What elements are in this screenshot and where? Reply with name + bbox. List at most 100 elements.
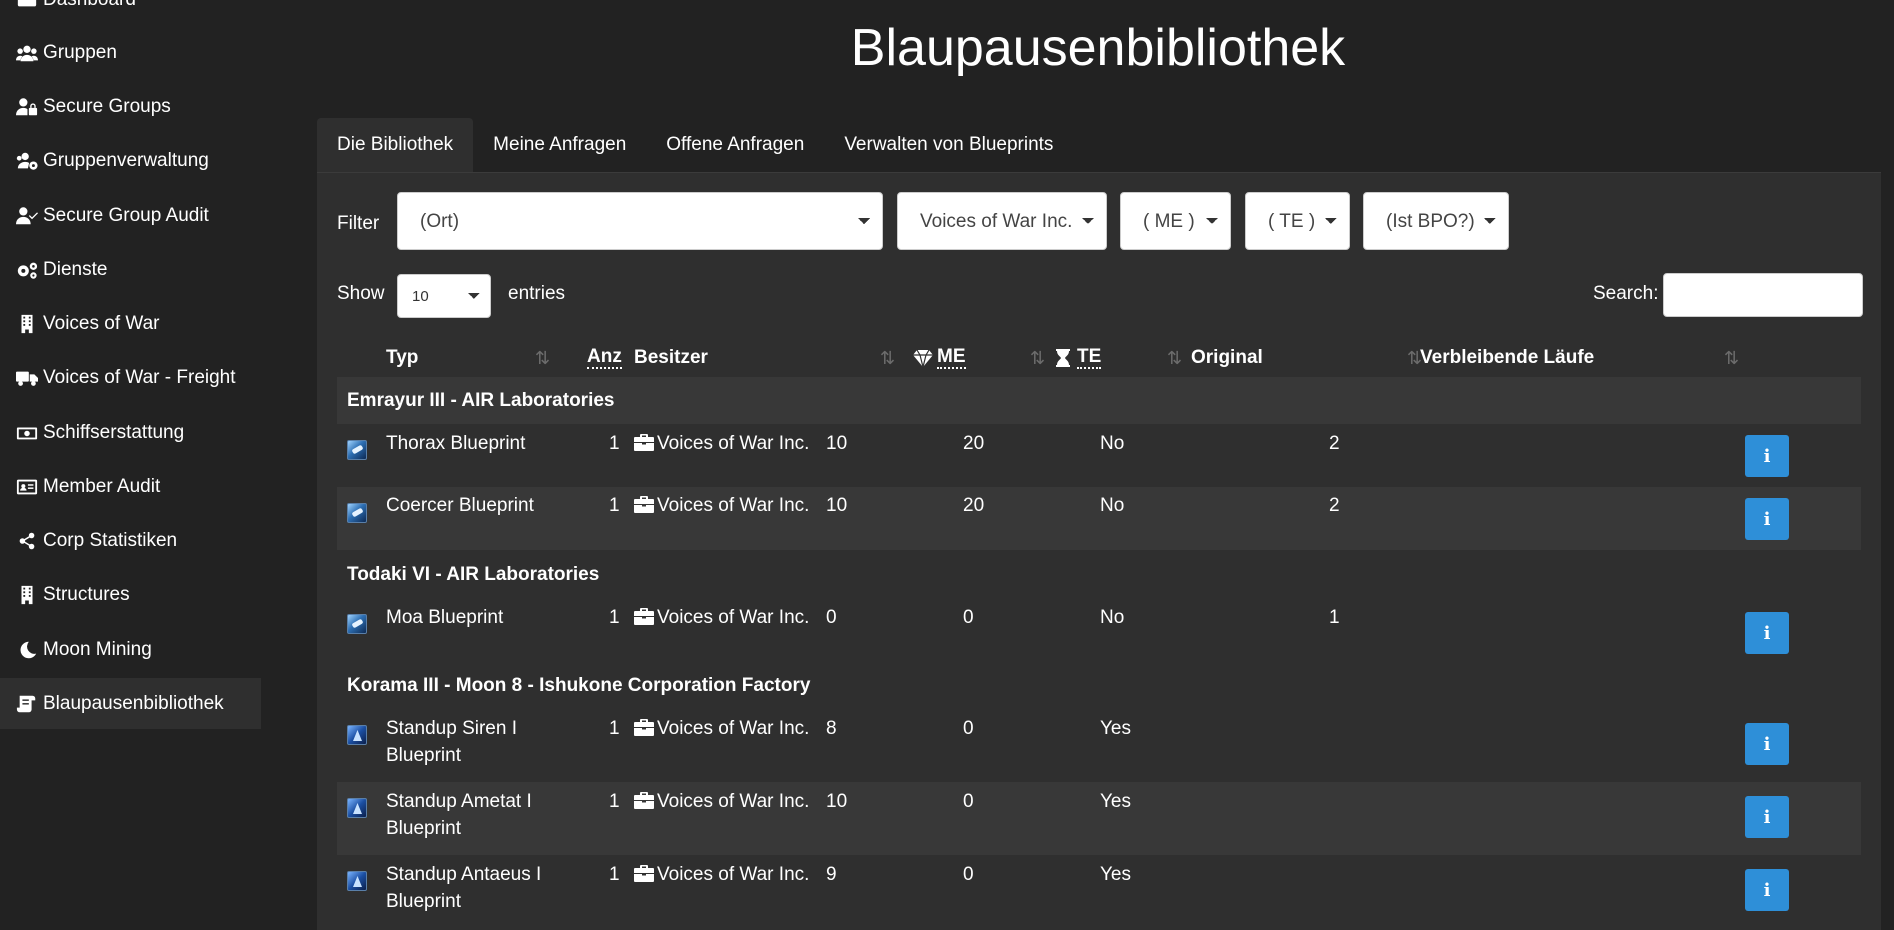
cell-original: Yes [1100, 791, 1131, 812]
sidebar-item-dienste[interactable]: Dienste [0, 244, 261, 295]
tab-meine-anfragen[interactable]: Meine Anfragen [473, 118, 646, 172]
search-input[interactable] [1663, 273, 1863, 317]
col-header-besitzer[interactable]: Besitzer [634, 335, 708, 381]
info-button[interactable]: i [1745, 435, 1789, 477]
search-label: Search: [1593, 283, 1659, 304]
blueprint-icon [347, 798, 367, 818]
cell-me: 10 [826, 495, 848, 516]
sort-icon[interactable]: ⇅ [1407, 335, 1422, 381]
tab-bar: Die Bibliothek Meine Anfragen Offene Anf… [317, 118, 1073, 172]
owner-filter-select[interactable]: Voices of War Inc. [897, 192, 1107, 250]
cell-owner: Voices of War Inc. [634, 604, 809, 631]
info-button[interactable]: i [1745, 498, 1789, 540]
table-row: Standup Ametat I Blueprint 1 Voices of Wa… [337, 782, 1861, 855]
table-header: Typ ⇅ Anz Besitzer ⇅ ME ⇅ TE ⇅ Original … [337, 335, 1861, 381]
sort-icon[interactable]: ⇅ [880, 335, 895, 381]
share-icon [15, 531, 39, 551]
sort-icon[interactable]: ⇅ [1030, 335, 1045, 381]
sidebar-item-gruppen[interactable]: Gruppen [0, 27, 261, 78]
cell-te: 0 [963, 607, 974, 628]
group-row: Korama III - Moon 8 - Ishukone Corporati… [337, 662, 1861, 709]
cell-type: Moa Blueprint [386, 607, 504, 628]
info-button[interactable]: i [1745, 723, 1789, 765]
sidebar-item-voices-of-war-freight[interactable]: Voices of War - Freight [0, 352, 261, 403]
sort-icon[interactable]: ⇅ [1724, 335, 1739, 381]
info-button[interactable]: i [1745, 612, 1789, 654]
money-bill-icon [15, 423, 39, 443]
sidebar-item-label: Voices of War [43, 312, 160, 334]
library-panel: Filter (Ort) Voices of War Inc. ( ME ) (… [317, 172, 1881, 930]
info-button[interactable]: i [1745, 796, 1789, 838]
cell-original: Yes [1100, 864, 1131, 885]
cell-original: No [1100, 495, 1125, 516]
id-card-icon [15, 477, 39, 497]
cell-runs: 1 [1329, 607, 1340, 628]
sort-icon[interactable]: ⇅ [535, 335, 550, 381]
cell-te: 20 [963, 433, 985, 454]
sidebar-item-structures[interactable]: Structures [0, 569, 261, 620]
tab-verwalten-von-blueprints[interactable]: Verwalten von Blueprints [824, 118, 1073, 172]
cell-te: 0 [963, 718, 974, 739]
sidebar-item-dashboard[interactable]: Dashboard [0, 0, 261, 25]
briefcase-icon [634, 790, 654, 809]
table-row: Moa Blueprint 1 Voices of War Inc. 0 0 N… [337, 598, 1861, 661]
tab-die-bibliothek[interactable]: Die Bibliothek [317, 118, 474, 172]
entries-label: entries [508, 283, 566, 304]
sidebar-item-blaupausenbibliothek[interactable]: Blaupausenbibliothek [0, 678, 261, 729]
building-icon [15, 314, 39, 334]
briefcase-icon [634, 432, 654, 451]
cell-type: Standup Antaeus I Blueprint [386, 864, 542, 912]
group-row: Emrayur III - AIR Laboratories [337, 377, 1861, 424]
sidebar-item-member-audit[interactable]: Member Audit [0, 461, 261, 512]
cell-me: 0 [826, 607, 837, 628]
col-header-anz[interactable]: Anz [587, 335, 622, 381]
cell-te: 0 [963, 864, 974, 885]
sidebar-item-label: Member Audit [43, 475, 161, 497]
cell-original: No [1100, 607, 1125, 628]
entries-per-page-select[interactable]: 10 [397, 274, 491, 318]
tab-offene-anfragen[interactable]: Offene Anfragen [646, 118, 824, 172]
me-filter-select[interactable]: ( ME ) [1120, 192, 1231, 250]
location-filter-select[interactable]: (Ort) [397, 192, 883, 250]
cell-original: Yes [1100, 718, 1131, 739]
cell-te: 20 [963, 495, 985, 516]
users-icon [15, 43, 39, 63]
col-header-te[interactable]: TE [1053, 335, 1102, 381]
cell-type: Coercer Blueprint [386, 495, 534, 516]
cell-owner: Voices of War Inc. [634, 861, 809, 888]
sidebar-item-schiffserstattung[interactable]: Schiffserstattung [0, 407, 261, 458]
col-header-original[interactable]: Original [1191, 335, 1263, 381]
te-filter-select[interactable]: ( TE ) [1245, 192, 1350, 250]
col-header-verbleibende-laeufe[interactable]: Verbleibende Läufe [1420, 335, 1594, 381]
sidebar-item-gruppenverwaltung[interactable]: Gruppenverwaltung [0, 135, 261, 186]
cell-anz: 1 [609, 864, 620, 885]
table-row: Coercer Blueprint 1 Voices of War Inc. 1… [337, 487, 1861, 550]
table-row: Thorax Blueprint 1 Voices of War Inc. 10… [337, 424, 1861, 487]
blueprint-icon [347, 503, 367, 523]
sidebar-item-label: Dashboard [43, 0, 136, 11]
col-header-typ[interactable]: Typ [386, 335, 418, 381]
sidebar-item-voices-of-war[interactable]: Voices of War [0, 298, 261, 349]
sidebar-item-label: Gruppenverwaltung [43, 149, 209, 171]
sort-icon[interactable]: ⇅ [1167, 335, 1182, 381]
sidebar-item-label: Structures [43, 583, 130, 605]
cell-owner: Voices of War Inc. [634, 430, 809, 457]
info-button[interactable]: i [1745, 869, 1789, 911]
sidebar-item-corp-statistiken[interactable]: Corp Statistiken [0, 515, 261, 566]
sidebar-item-secure-groups[interactable]: Secure Groups [0, 81, 261, 132]
page-title: Blaupausenbibliothek [850, 19, 1346, 77]
cell-owner: Voices of War Inc. [634, 715, 809, 742]
cell-original: No [1100, 433, 1125, 454]
sidebar-item-label: Dienste [43, 258, 108, 280]
col-header-me[interactable]: ME [913, 335, 966, 381]
sidebar-item-moon-mining[interactable]: Moon Mining [0, 624, 261, 675]
blueprint-icon [347, 614, 367, 634]
table-row: Standup Antaeus I Blueprint 1 Voices of W… [337, 855, 1861, 928]
cell-anz: 1 [609, 495, 620, 516]
sidebar-item-secure-group-audit[interactable]: Secure Group Audit [0, 190, 261, 241]
group-row: Todaki VI - AIR Laboratories [337, 551, 1861, 598]
dashboard-icon [15, 0, 39, 10]
briefcase-icon [634, 606, 654, 625]
bpo-filter-select[interactable]: (Ist BPO?) [1363, 192, 1509, 250]
cell-me: 9 [826, 864, 837, 885]
